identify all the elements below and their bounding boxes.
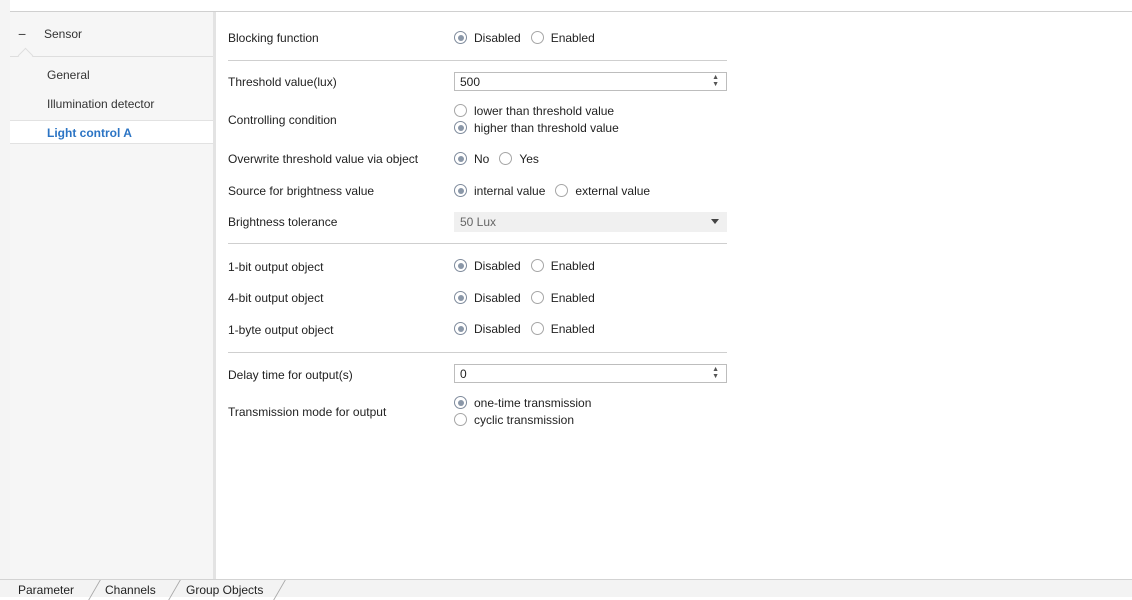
transmission-one-time-radio[interactable]: one-time transmission xyxy=(454,394,591,411)
output-4bit-label: 4-bit output object xyxy=(228,291,324,305)
source-brightness-radio-group: internal value external value xyxy=(454,182,660,199)
tab-separator xyxy=(168,580,181,600)
output-1byte-disabled-radio[interactable]: Disabled xyxy=(454,320,521,337)
radio-label: Enabled xyxy=(550,30,595,45)
overwrite-no-radio[interactable]: No xyxy=(454,150,489,167)
spin-arrows-icon[interactable]: ▲ ▼ xyxy=(712,74,719,88)
brightness-tolerance-select[interactable]: 50 Lux xyxy=(454,212,727,232)
output-4bit-enabled-radio[interactable]: Enabled xyxy=(530,289,595,306)
radio-label: internal value xyxy=(474,183,546,198)
tab-parameter[interactable]: Parameter xyxy=(18,583,74,597)
radio-selected-icon xyxy=(454,184,467,197)
output-1bit-radio-group: Disabled Enabled xyxy=(454,257,605,274)
blocking-enabled-radio[interactable]: Enabled xyxy=(530,29,595,46)
spin-arrows-icon[interactable]: ▲ ▼ xyxy=(712,366,719,380)
radio-label: Enabled xyxy=(550,258,595,273)
radio-label: Disabled xyxy=(474,30,521,45)
radio-label: Yes xyxy=(519,151,539,166)
radio-label: Enabled xyxy=(550,290,595,305)
tab-separator xyxy=(273,580,286,600)
output-1bit-enabled-radio[interactable]: Enabled xyxy=(530,257,595,274)
radio-label: external value xyxy=(575,183,651,198)
source-internal-radio[interactable]: internal value xyxy=(454,182,545,199)
blocking-disabled-radio[interactable]: Disabled xyxy=(454,29,521,46)
sidebar-tree: − Sensor General Illumination detector L… xyxy=(10,12,216,579)
radio-label: cyclic transmission xyxy=(474,412,575,427)
section-divider xyxy=(228,60,727,61)
radio-label: Enabled xyxy=(550,321,595,336)
sidebar-item-label: Illumination detector xyxy=(47,97,155,111)
radio-selected-icon xyxy=(454,121,467,134)
radio-label: No xyxy=(474,151,490,166)
parameter-panel: Blocking function Disabled Enabled Thres… xyxy=(216,12,1132,579)
sidebar-item-label: General xyxy=(47,68,90,82)
section-divider xyxy=(228,243,727,244)
output-1bit-disabled-radio[interactable]: Disabled xyxy=(454,257,521,274)
controlling-condition-label: Controlling condition xyxy=(228,113,337,127)
blocking-function-radio-group: Disabled Enabled xyxy=(454,29,605,46)
tab-separator xyxy=(88,580,101,600)
radio-selected-icon xyxy=(454,259,467,272)
delay-time-input[interactable]: 0 xyxy=(460,367,467,381)
tree-node-label: Sensor xyxy=(44,27,83,41)
threshold-value-spinbox[interactable]: 500 ▲ ▼ xyxy=(454,72,727,91)
condition-higher-radio[interactable]: higher than threshold value xyxy=(454,119,619,136)
radio-label: lower than threshold value xyxy=(474,103,615,118)
transmission-mode-label: Transmission mode for output xyxy=(228,405,387,419)
chevron-down-icon[interactable] xyxy=(711,219,719,224)
radio-selected-icon xyxy=(454,31,467,44)
left-margin xyxy=(0,0,10,579)
controlling-condition-radio-group: lower than threshold value higher than t… xyxy=(454,102,629,136)
condition-lower-radio[interactable]: lower than threshold value xyxy=(454,102,614,119)
radio-label: higher than threshold value xyxy=(474,120,619,135)
sidebar-item-label: Light control A xyxy=(47,126,132,140)
transmission-mode-radio-group: one-time transmission cyclic transmissio… xyxy=(454,394,601,428)
output-1byte-radio-group: Disabled Enabled xyxy=(454,320,605,337)
output-4bit-radio-group: Disabled Enabled xyxy=(454,289,605,306)
brightness-tolerance-label: Brightness tolerance xyxy=(228,215,338,229)
radio-label: Disabled xyxy=(474,290,521,305)
blocking-function-label: Blocking function xyxy=(228,31,319,45)
source-external-radio[interactable]: external value xyxy=(555,182,650,199)
radio-unselected-icon xyxy=(530,322,544,335)
radio-label: Disabled xyxy=(474,321,521,336)
delay-time-label: Delay time for output(s) xyxy=(228,368,353,382)
overwrite-threshold-radio-group: No Yes xyxy=(454,150,549,167)
radio-unselected-icon xyxy=(530,259,544,272)
source-brightness-label: Source for brightness value xyxy=(228,184,375,198)
radio-unselected-icon xyxy=(454,413,467,426)
tab-group-objects[interactable]: Group Objects xyxy=(186,583,263,597)
tab-channels[interactable]: Channels xyxy=(105,583,156,597)
output-4bit-disabled-radio[interactable]: Disabled xyxy=(454,289,521,306)
radio-selected-icon xyxy=(454,291,467,304)
radio-unselected-icon xyxy=(530,31,544,44)
output-1byte-label: 1-byte output object xyxy=(228,323,334,337)
radio-unselected-icon xyxy=(454,104,467,117)
threshold-value-label: Threshold value(lux) xyxy=(228,75,337,89)
section-divider xyxy=(228,352,727,353)
radio-label: one-time transmission xyxy=(474,395,592,410)
output-1bit-label: 1-bit output object xyxy=(228,260,324,274)
tree-node-sensor[interactable]: − Sensor xyxy=(10,12,213,56)
radio-unselected-icon xyxy=(499,152,513,165)
tree-divider xyxy=(10,56,213,57)
radio-unselected-icon xyxy=(555,184,569,197)
collapse-icon[interactable]: − xyxy=(18,26,30,42)
select-value: 50 Lux xyxy=(460,215,497,229)
sidebar-item-light-control-a[interactable]: Light control A xyxy=(10,120,216,144)
overwrite-threshold-label: Overwrite threshold value via object xyxy=(228,152,419,166)
bottom-tab-bar: Parameter Channels Group Objects xyxy=(0,579,1132,600)
transmission-cyclic-radio[interactable]: cyclic transmission xyxy=(454,411,574,428)
overwrite-yes-radio[interactable]: Yes xyxy=(499,150,539,167)
radio-label: Disabled xyxy=(474,258,521,273)
radio-selected-icon xyxy=(454,152,467,165)
sidebar-item-general[interactable]: General xyxy=(10,63,213,87)
radio-selected-icon xyxy=(454,396,467,409)
sidebar-item-illumination-detector[interactable]: Illumination detector xyxy=(10,92,213,116)
threshold-value-input[interactable]: 500 xyxy=(460,75,480,89)
radio-selected-icon xyxy=(454,322,467,335)
radio-unselected-icon xyxy=(530,291,544,304)
delay-time-spinbox[interactable]: 0 ▲ ▼ xyxy=(454,364,727,383)
output-1byte-enabled-radio[interactable]: Enabled xyxy=(530,320,595,337)
